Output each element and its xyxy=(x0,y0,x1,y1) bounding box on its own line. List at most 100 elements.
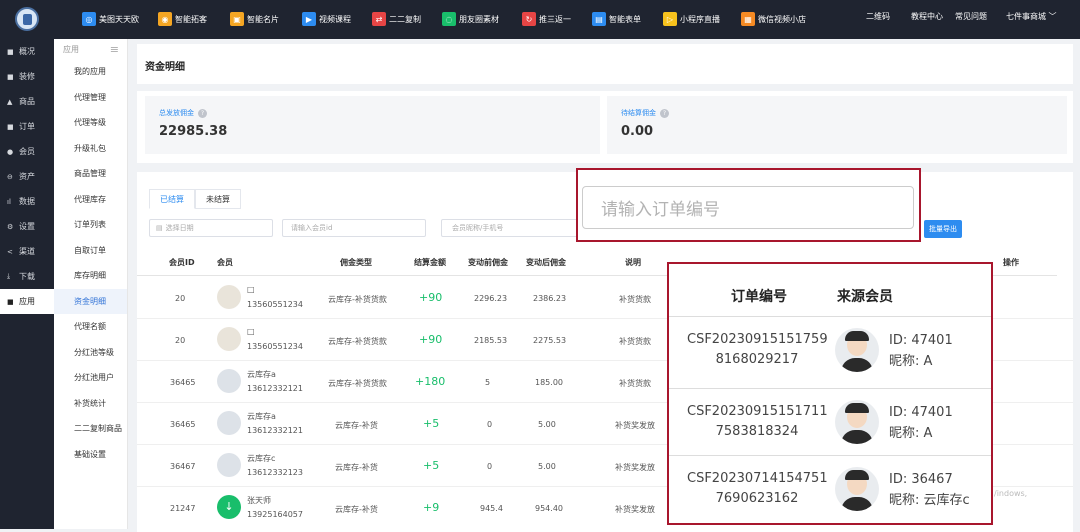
avatar xyxy=(217,453,241,477)
col-member: 会员 xyxy=(217,258,233,267)
cell-type: 云库存-补货货款 xyxy=(328,337,387,346)
sidebar-item-download[interactable]: ⤓ 下载 xyxy=(0,264,54,289)
cell-note: 补货奖发放 xyxy=(615,463,655,472)
sidebar-item-label: 商品 xyxy=(19,97,35,106)
nav-label: 智能拓客 xyxy=(175,14,207,24)
sidebar-item-settings[interactable]: ⚙ 设置 xyxy=(0,214,54,239)
submenu-item-my-apps[interactable]: 我的应用 xyxy=(54,59,127,85)
store-dropdown[interactable]: 七件事商城 ﹀ xyxy=(1006,11,1057,22)
nav-item-copy[interactable]: ⇄ 二二复制 xyxy=(372,11,421,27)
cell-type: 云库存-补货货款 xyxy=(328,379,387,388)
popup-row: CSF20230915151759 8168029217 ID: 47401 昵称:… xyxy=(669,316,991,382)
cell-phone: 13612332123 xyxy=(247,468,303,477)
faq-link[interactable]: 常见问题 xyxy=(955,11,987,22)
tab-settled[interactable]: 已结算 xyxy=(149,189,195,209)
submenu-item-fund-detail[interactable]: 资金明细 xyxy=(54,288,127,314)
tab-unsettled[interactable]: 未结算 xyxy=(195,189,241,209)
top-navbar: ◎ 美图天天欧 ◉ 智能拓客 ▣ 智能名片 ▶ 视频课程 ⇄ 二二复制 ◌ 朋友圈素材 ↻ 推… xyxy=(0,0,1080,39)
sidebar-item-label: 设置 xyxy=(19,222,35,231)
submenu-item-goods-manage[interactable]: 商品管理 xyxy=(54,161,127,187)
sidebar-item-overview[interactable]: ■ 概况 xyxy=(0,39,54,64)
cell-name: 云库存a xyxy=(247,370,276,379)
submenu-item-order-list[interactable]: 订单列表 xyxy=(54,212,127,238)
nav-item-refer[interactable]: ↻ 推三返一 xyxy=(522,11,571,27)
tutorial-link[interactable]: 教程中心 xyxy=(911,11,943,22)
cell-amount: +5 xyxy=(423,417,440,430)
submenu-item-agent-level[interactable]: 代理等级 xyxy=(54,110,127,136)
member-avatar xyxy=(835,328,879,372)
date-placeholder: 选择日期 xyxy=(165,224,194,232)
nav-item-moments[interactable]: ◌ 朋友圈素材 xyxy=(442,11,499,27)
sidebar-item-label: 会员 xyxy=(19,147,35,156)
cell-id: 20 xyxy=(175,294,186,303)
submenu-item-basic-settings[interactable]: 基础设置 xyxy=(54,442,127,468)
submenu-title: 应用 xyxy=(63,44,79,54)
order-search-input[interactable]: 请输入订单编号 xyxy=(582,186,914,229)
sidebar-item-assets[interactable]: ⊖ 资产 xyxy=(0,164,54,189)
submenu-item-pool-user[interactable]: 分红池用户 xyxy=(54,365,127,391)
submenu-item-stock-detail[interactable]: 库存明细 xyxy=(54,263,127,289)
app-logo[interactable] xyxy=(15,7,39,31)
target-icon: ◉ xyxy=(158,12,172,26)
share-icon: < xyxy=(7,247,13,256)
qrcode-link[interactable]: 二维码 xyxy=(866,11,890,22)
stat-label: 待结算佣金? xyxy=(621,108,1067,118)
cell-after: 2386.23 xyxy=(533,294,567,303)
cell-before: 0 xyxy=(487,420,493,429)
nav-item-smart-form[interactable]: ▤ 智能表单 xyxy=(592,11,641,27)
col-before: 变动前佣金 xyxy=(468,258,508,267)
nav-item-wechat-shop[interactable]: ▦ 微信视频小店 xyxy=(741,11,806,27)
cell-type: 云库存-补货 xyxy=(335,421,378,430)
cell-before: 2296.23 xyxy=(474,294,508,303)
cell-note: 补货奖发放 xyxy=(615,421,655,430)
nav-label: 二二复制 xyxy=(389,14,421,24)
popup-row: CSF20230915151711 7583818324 ID: 47401 昵称:… xyxy=(669,388,991,454)
submenu-item-copy-goods[interactable]: 二二复制商品 xyxy=(54,416,127,442)
date-picker[interactable]: ▤ 选择日期 xyxy=(149,219,273,237)
help-icon[interactable]: ? xyxy=(660,108,669,118)
member-id: ID: 36467 xyxy=(889,472,953,487)
help-icon[interactable]: ? xyxy=(198,108,207,118)
sidebar-item-members[interactable]: ● 会员 xyxy=(0,139,54,164)
nav-label: 朋友圈素材 xyxy=(459,14,499,24)
nav-item-smart-customer[interactable]: ◉ 智能拓客 xyxy=(158,11,207,27)
cell-after: 2275.53 xyxy=(533,336,567,345)
submenu-item-pickup-order[interactable]: 自取订单 xyxy=(54,238,127,264)
sidebar-item-orders[interactable]: ■ 订单 xyxy=(0,114,54,139)
member-id: ID: 47401 xyxy=(889,405,953,420)
submenu-header: 应用 ≡ xyxy=(54,39,127,59)
nav-item-video-course[interactable]: ▶ 视频课程 xyxy=(302,11,351,27)
batch-export-button[interactable]: 批量导出 xyxy=(924,220,962,238)
copy-icon: ⇄ xyxy=(372,12,386,26)
nav-label: 推三返一 xyxy=(539,14,571,24)
sidebar-item-channel[interactable]: < 渠道 xyxy=(0,239,54,264)
sidebar-item-goods[interactable]: ▲ 商品 xyxy=(0,89,54,114)
cell-after: 954.40 xyxy=(535,504,563,513)
stat-label: 总发放佣金? xyxy=(159,108,600,118)
cell-id: 20 xyxy=(175,336,186,345)
sidebar-item-label: 下载 xyxy=(19,272,35,281)
nav-item-smart-card[interactable]: ▣ 智能名片 xyxy=(230,11,279,27)
submenu-item-agent-manage[interactable]: 代理管理 xyxy=(54,85,127,111)
sidebar-item-decorate[interactable]: ■ 装修 xyxy=(0,64,54,89)
nav-item-meitu[interactable]: ◎ 美图天天欧 xyxy=(82,11,139,27)
calendar-icon: ▤ xyxy=(156,224,163,232)
cell-amount: +90 xyxy=(419,333,443,346)
meitu-icon: ◎ xyxy=(82,12,96,26)
nav-item-live[interactable]: ▷ 小程序直播 xyxy=(663,11,720,27)
member-phone-input[interactable]: 会员昵称/手机号 xyxy=(441,219,581,237)
sidebar-item-apps[interactable]: ■ 应用 xyxy=(0,289,54,314)
member-id-input[interactable]: 请输入会员id xyxy=(282,219,426,237)
submenu-item-restock-stats[interactable]: 补货统计 xyxy=(54,391,127,417)
menu-icon[interactable]: ≡ xyxy=(110,43,119,56)
cell-after: 5.00 xyxy=(538,462,556,471)
submenu-item-upgrade-gift[interactable]: 升级礼包 xyxy=(54,136,127,162)
card-icon: ▣ xyxy=(230,12,244,26)
cell-after: 5.00 xyxy=(538,420,556,429)
cell-note: 补货货款 xyxy=(619,295,651,304)
cell-amount: +5 xyxy=(423,459,440,472)
submenu-item-agent-quota[interactable]: 代理名额 xyxy=(54,314,127,340)
submenu-item-pool-level[interactable]: 分红池等级 xyxy=(54,340,127,366)
sidebar-item-data[interactable]: ıl 数据 xyxy=(0,189,54,214)
submenu-item-agent-stock[interactable]: 代理库存 xyxy=(54,187,127,213)
